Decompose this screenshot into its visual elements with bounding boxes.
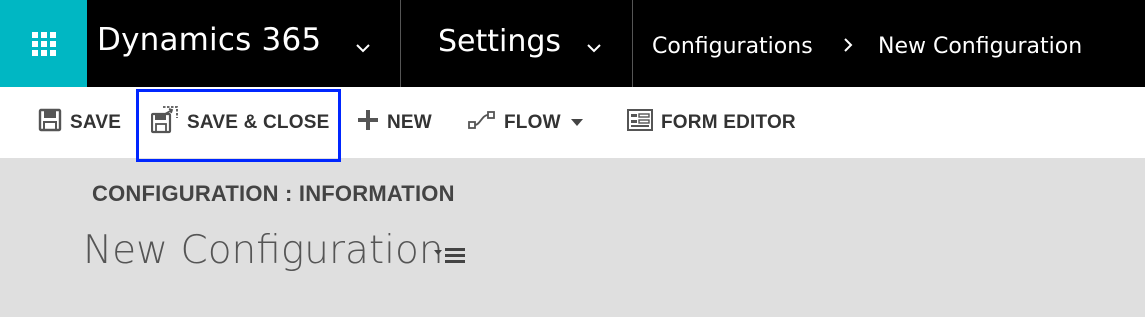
floppy-disk-icon xyxy=(38,108,62,138)
form-editor-button[interactable]: FORM EDITOR xyxy=(627,87,796,158)
breadcrumb-current-record: New Configuration xyxy=(878,34,1083,59)
new-label: NEW xyxy=(387,111,432,133)
save-label: SAVE xyxy=(70,111,122,133)
form-editor-icon xyxy=(627,108,653,137)
chevron-down-icon[interactable] xyxy=(586,43,602,53)
save-and-close-label: SAVE & CLOSE xyxy=(187,111,330,133)
save-button[interactable]: SAVE xyxy=(38,87,121,158)
nav-divider xyxy=(400,0,401,87)
caret-down-icon xyxy=(570,119,583,126)
flow-label: FLOW xyxy=(504,111,561,133)
flow-dropdown-button[interactable]: FLOW xyxy=(468,87,583,158)
form-editor-label: FORM EDITOR xyxy=(661,111,796,133)
form-selector-menu-icon[interactable] xyxy=(433,245,467,265)
app-launcher-button[interactable] xyxy=(0,0,87,87)
record-title: New Configuration xyxy=(83,228,444,273)
breadcrumb-configurations[interactable]: Configurations xyxy=(652,34,813,59)
entity-form-label: CONFIGURATION : INFORMATION xyxy=(92,181,455,206)
flow-icon xyxy=(468,110,496,136)
area-name[interactable]: Settings xyxy=(438,24,561,59)
command-bar: SAVE SAVE & CLOSE NEW FLOW FORM EDITOR xyxy=(0,87,1145,158)
new-button[interactable]: NEW xyxy=(357,87,432,158)
save-and-close-button[interactable]: SAVE & CLOSE xyxy=(150,87,330,158)
chevron-down-icon[interactable] xyxy=(355,43,371,53)
chevron-right-icon xyxy=(842,36,854,54)
top-navigation-bar: Dynamics 365 Settings Configurations New… xyxy=(0,0,1145,87)
nav-divider xyxy=(632,0,633,87)
plus-icon xyxy=(357,109,379,137)
waffle-icon xyxy=(31,31,56,56)
app-name[interactable]: Dynamics 365 xyxy=(97,22,321,58)
save-and-close-icon xyxy=(150,105,179,140)
